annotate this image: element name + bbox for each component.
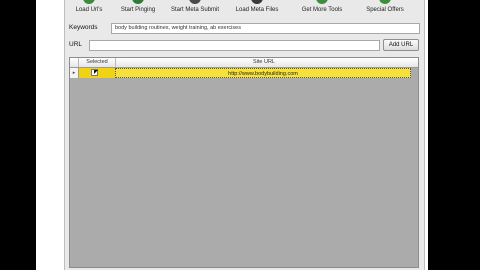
keywords-label: Keywords [69,24,98,31]
get-more-tools-button[interactable]: Get More Tools [291,0,353,18]
row-header-corner [70,58,79,67]
load-urls-label: Load Url's [75,7,103,13]
load-meta-files-button[interactable]: Load Meta Files [229,0,285,18]
start-meta-submit-label: Start Meta Submit [170,7,220,13]
column-header-selected[interactable]: Selected [79,58,116,67]
keywords-input[interactable]: body building routines, weight training,… [111,23,420,34]
load-meta-files-icon [251,0,263,4]
get-more-tools-icon [316,0,328,4]
selected-cell[interactable] [79,68,115,78]
load-urls-button[interactable]: Load Url's [67,0,111,18]
grid-header: Selected Site URL [70,58,418,68]
app-window: Load Url's Start Pinging Start Meta Subm… [64,0,425,270]
table-row[interactable]: ▸ http://www.bodybuilding.com [70,68,418,78]
toolbar: Load Url's Start Pinging Start Meta Subm… [65,0,424,18]
url-input[interactable] [89,40,380,51]
url-label: URL [69,41,83,48]
mouse-cursor-icon [94,70,98,74]
special-offers-icon [379,0,391,4]
special-offers-label: Special Offers [366,7,404,13]
get-more-tools-label: Get More Tools [301,7,343,13]
keywords-row: Keywords body building routines, weight … [69,23,420,34]
url-grid: Selected Site URL ▸ http://www.bodybuild… [69,57,419,268]
video-frame: Load Url's Start Pinging Start Meta Subm… [36,0,428,270]
start-pinging-button[interactable]: Start Pinging [115,0,161,18]
row-indicator-icon: ▸ [70,68,79,78]
column-header-site-url[interactable]: Site URL [116,58,412,67]
start-meta-submit-button[interactable]: Start Meta Submit [163,0,227,18]
add-url-button[interactable]: Add URL [383,39,419,51]
url-row: URL Add URL [69,39,419,51]
site-url-cell[interactable]: http://www.bodybuilding.com [115,68,411,78]
load-urls-icon [83,0,95,4]
special-offers-button[interactable]: Special Offers [359,0,411,18]
load-meta-files-label: Load Meta Files [235,7,279,13]
start-meta-submit-icon [189,0,201,4]
start-pinging-label: Start Pinging [120,7,156,13]
start-pinging-icon [132,0,144,4]
